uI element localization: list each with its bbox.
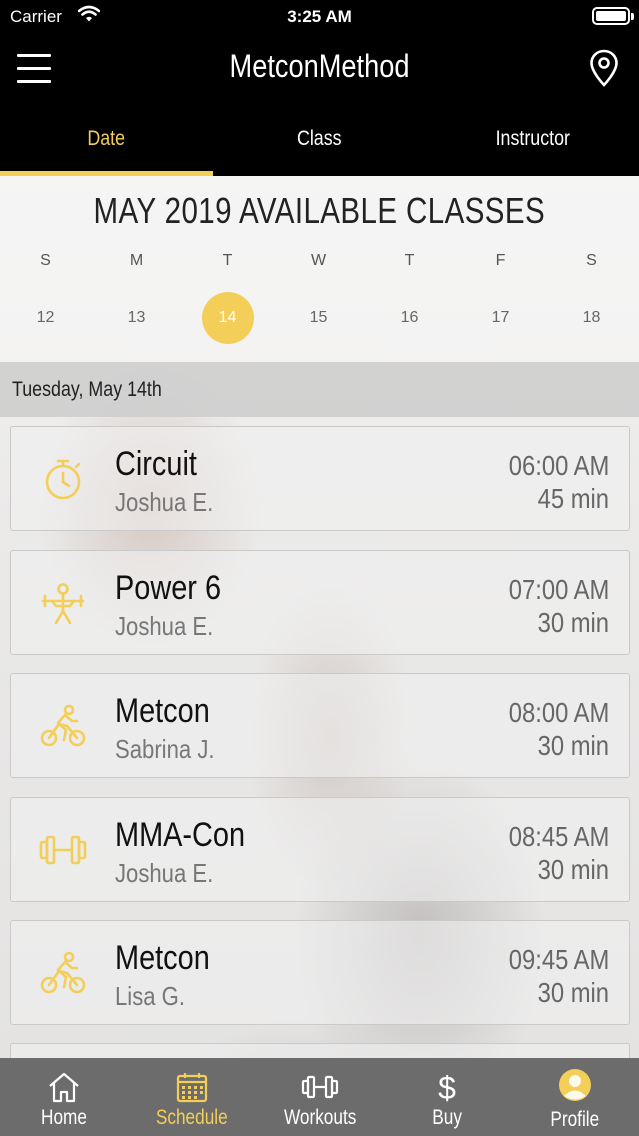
class-name: Circuit (115, 445, 197, 483)
calendar-icon (176, 1073, 208, 1103)
class-duration: 30 min (537, 854, 609, 885)
class-duration: 30 min (537, 977, 609, 1008)
tabbar-schedule[interactable]: Schedule (128, 1058, 256, 1136)
instructor-name: Joshua E. (115, 487, 214, 517)
weightlifter-icon (41, 583, 85, 625)
tabbar-label: Workouts (283, 1106, 357, 1129)
battery-icon (592, 7, 634, 25)
tab-date[interactable]: Date (0, 104, 213, 176)
class-card[interactable]: Metcon Sabrina J. 08:00 AM 30 min (10, 673, 630, 778)
calendar-date[interactable]: 12 (0, 292, 91, 344)
class-card[interactable]: Circuit Joshua E. 06:00 AM 45 min (10, 426, 630, 531)
location-pin-icon[interactable] (588, 48, 620, 88)
class-time: 06:00 AM (508, 450, 609, 481)
day-of-week-label: F (495, 252, 506, 269)
class-card[interactable]: Metcon Lisa G. 09:45 AM 30 min (10, 920, 630, 1025)
day-of-week-label: S (40, 252, 51, 269)
class-time: 08:00 AM (508, 697, 609, 728)
class-duration: 30 min (537, 607, 609, 638)
calendar-date-selected[interactable]: 14 (182, 292, 273, 344)
tabbar-label: Profile (550, 1108, 600, 1131)
svg-text:$: $ (438, 1070, 456, 1104)
class-duration: 45 min (537, 483, 609, 514)
day-of-week-label: W (310, 252, 327, 269)
dollar-icon: $ (438, 1070, 456, 1104)
day-of-week-label: M (129, 252, 144, 269)
tabbar-buy[interactable]: $ Buy (383, 1058, 511, 1136)
instructor-name: Lisa G. (115, 981, 186, 1011)
schedule-filter-tabs: Date Class Instructor (0, 104, 639, 176)
calendar-date[interactable]: 16 (364, 292, 455, 344)
tab-class[interactable]: Class (213, 104, 426, 176)
selected-day-header: Tuesday, May 14th (0, 362, 639, 417)
dumbbell-icon (39, 835, 87, 865)
calendar-date[interactable]: 17 (455, 292, 546, 344)
tabbar-profile[interactable]: Profile (511, 1058, 639, 1136)
bottom-tab-bar: Home Schedule Workouts $ Buy Profile (0, 1058, 639, 1136)
tabbar-label: Schedule (156, 1106, 228, 1129)
class-time: 07:00 AM (508, 574, 609, 605)
avatar-icon (559, 1069, 591, 1101)
class-name: Metcon (115, 692, 210, 730)
calendar-date[interactable]: 18 (546, 292, 637, 344)
class-card[interactable]: Power 6 Joshua E. 07:00 AM 30 min (10, 550, 630, 655)
class-time: 08:45 AM (508, 821, 609, 852)
dumbbell-icon (301, 1075, 339, 1099)
class-time: 09:45 AM (508, 944, 609, 975)
home-icon (49, 1072, 79, 1103)
clock: 3:25 AM (287, 7, 352, 26)
class-name: Metcon (115, 939, 210, 977)
instructor-name: Joshua E. (115, 858, 214, 888)
class-name: MMA-Con (115, 816, 246, 854)
calendar-date[interactable]: 15 (273, 292, 364, 344)
cyclist-icon (40, 704, 86, 747)
tab-instructor[interactable]: Instructor (426, 104, 639, 176)
tabbar-workouts[interactable]: Workouts (256, 1058, 384, 1136)
class-card[interactable]: MMA-Con Joshua E. 08:45 AM 30 min (10, 797, 630, 902)
tabbar-home[interactable]: Home (0, 1058, 128, 1136)
tabbar-label: Buy (432, 1106, 462, 1129)
class-duration: 30 min (537, 730, 609, 761)
calendar-heading: MAY 2019 AVAILABLE CLASSES (93, 190, 546, 231)
class-name: Power 6 (115, 569, 222, 607)
cyclist-icon (40, 951, 86, 994)
day-of-week-label: T (404, 252, 415, 269)
app-title: MetconMethod (229, 48, 410, 84)
day-of-week-label: T (222, 252, 233, 269)
tabbar-label: Home (41, 1106, 87, 1129)
calendar-date[interactable]: 13 (91, 292, 182, 344)
week-calendar: MAY 2019 AVAILABLE CLASSES S M T W T F S… (0, 176, 639, 362)
instructor-name: Joshua E. (115, 611, 214, 641)
stopwatch-icon (45, 459, 81, 500)
instructor-name: Sabrina J. (115, 734, 215, 764)
day-of-week-label: S (586, 252, 597, 269)
status-bar: Carrier 3:25 AM (0, 0, 639, 34)
hamburger-menu-icon[interactable] (17, 54, 51, 84)
navigation-bar: MetconMethod (0, 34, 639, 104)
